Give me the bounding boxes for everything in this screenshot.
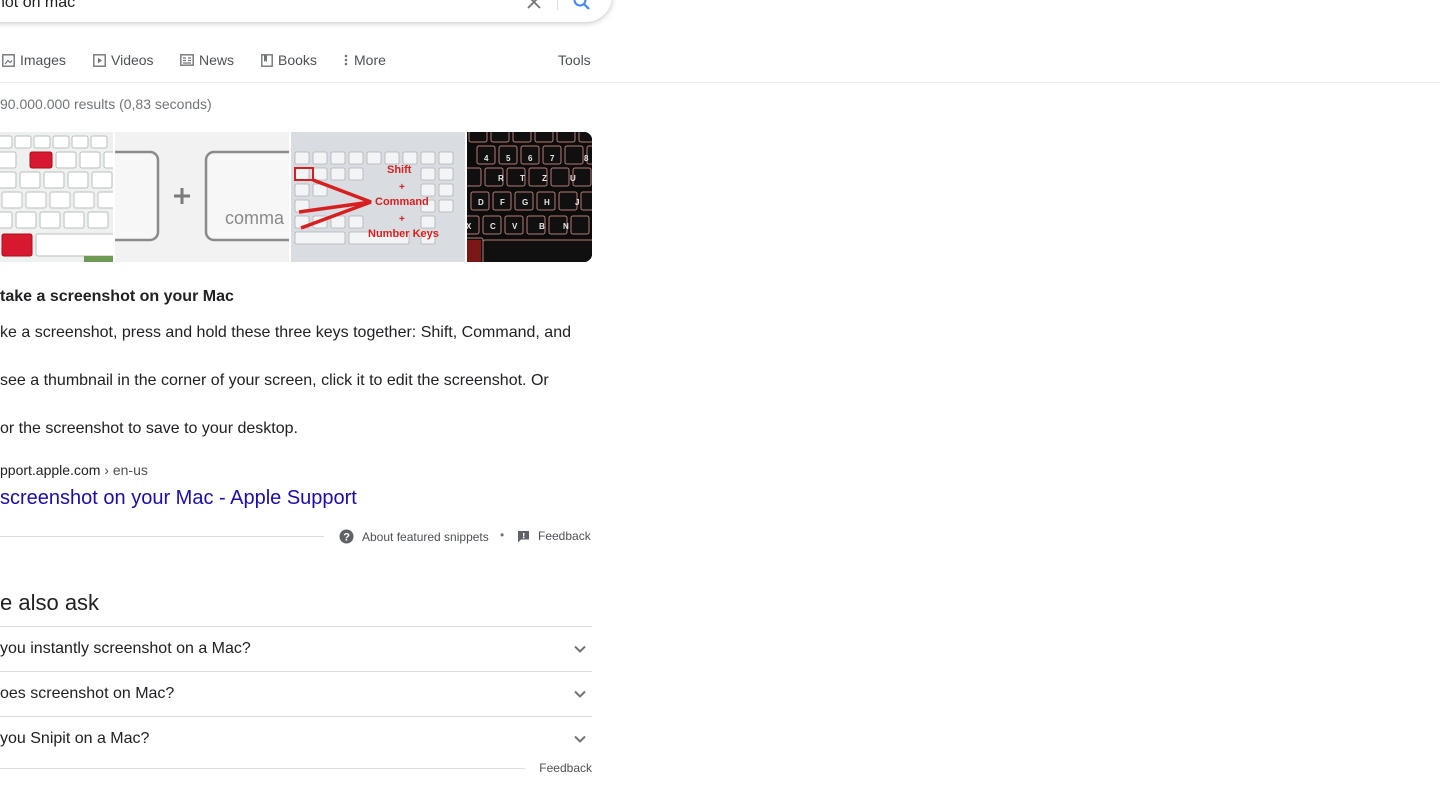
shift-command-number-image[interactable]: Shift + Command + Number Keys <box>291 132 465 262</box>
search-bar: hot on mac <box>0 0 612 22</box>
chevron-down-icon <box>574 690 586 698</box>
key-u: U <box>570 174 576 183</box>
tab-label: More <box>354 52 386 68</box>
tab-label: Images <box>20 52 66 68</box>
play-icon <box>93 53 106 67</box>
more-vert-icon <box>344 54 348 66</box>
result-path: › en-us <box>100 462 148 478</box>
key-6: 6 <box>528 154 533 163</box>
tab-news[interactable]: News <box>180 52 234 68</box>
snippet-footer: ? About featured snippets • Feedback <box>0 527 592 547</box>
paa-question[interactable]: you instantly screenshot on a Mac? <box>0 626 592 671</box>
tab-label: Videos <box>111 52 154 68</box>
key-v: V <box>512 222 518 231</box>
plus-label: + <box>399 214 405 225</box>
feedback-link[interactable]: Feedback <box>517 529 591 543</box>
snippet-paragraph: ke a screenshot, press and hold these th… <box>0 324 571 341</box>
paa-question[interactable]: you Snipit on a Mac? <box>0 716 592 761</box>
chevron-down-icon <box>574 735 586 743</box>
command-label: Command <box>375 196 429 208</box>
key-7: 7 <box>550 154 555 163</box>
snippet-title: take a screenshot on your Mac <box>0 288 234 305</box>
chevron-down-icon <box>574 645 586 653</box>
paa-question[interactable]: oes screenshot on Mac? <box>0 671 592 716</box>
key-j: J <box>575 198 579 207</box>
feedback-label: Feedback <box>538 529 591 543</box>
search-input[interactable]: hot on mac <box>0 0 75 12</box>
snippet-footer-divider <box>0 536 324 537</box>
key-n: N <box>563 222 569 231</box>
news-icon <box>180 54 194 66</box>
paa-footer-divider <box>0 768 525 769</box>
snippet-body: ke a screenshot, press and hold these th… <box>0 322 592 440</box>
key-x: X <box>467 222 472 231</box>
image-icon <box>2 53 15 67</box>
paa-question-text: oes screenshot on Mac? <box>0 685 175 702</box>
search-tabs: Images Videos News Books More <box>0 48 600 76</box>
featured-images: comma Shift + Command + Number Keys 4 5 … <box>0 132 592 262</box>
key-b: B <box>539 222 545 231</box>
key-4: 4 <box>484 154 489 163</box>
tab-images[interactable]: Images <box>2 52 66 68</box>
black-keyboard-image[interactable]: 4 5 6 7 8 R T Z U D F G H J X C V B N <box>467 132 592 262</box>
clear-icon[interactable] <box>520 0 548 14</box>
tab-label: Books <box>278 52 317 68</box>
about-label: About featured snippets <box>362 529 489 544</box>
plus-label: + <box>399 182 405 193</box>
people-also-ask-list: you instantly screenshot on a Mac? oes s… <box>0 626 592 761</box>
key-8: 8 <box>584 154 589 163</box>
search-divider <box>557 0 558 10</box>
tab-videos[interactable]: Videos <box>93 52 154 68</box>
paa-question-text: you Snipit on a Mac? <box>0 730 150 747</box>
tab-label: News <box>199 52 235 68</box>
search-icon[interactable] <box>570 0 594 14</box>
tools-button[interactable]: Tools <box>558 52 591 68</box>
key-r: R <box>498 174 504 183</box>
snippet-paragraph: see a thumbnail in the corner of your sc… <box>0 372 549 389</box>
about-featured-snippets-link[interactable]: ? About featured snippets <box>339 529 489 544</box>
key-combo-label: comma <box>225 208 285 228</box>
svg-text:?: ? <box>343 532 350 544</box>
help-icon: ? <box>339 529 354 544</box>
key-combo-image[interactable]: comma <box>115 132 289 262</box>
feedback-icon <box>518 530 529 542</box>
key-h: H <box>544 198 550 207</box>
paa-footer: Feedback <box>0 760 592 780</box>
keyboard-highlight-image[interactable] <box>0 132 113 262</box>
result-title-link[interactable]: screenshot on your Mac - Apple Support <box>0 487 357 510</box>
key-g: G <box>522 198 528 207</box>
people-also-ask-heading: e also ask <box>0 590 100 615</box>
key-z: Z <box>542 174 547 183</box>
result-citation: pport.apple.com › en-us <box>0 462 148 478</box>
separator-dot: • <box>500 528 505 542</box>
tab-more[interactable]: More <box>343 52 386 68</box>
tab-books[interactable]: Books <box>261 52 317 68</box>
key-5: 5 <box>506 154 511 163</box>
result-stats: 90.000.000 results (0,83 seconds) <box>0 96 212 112</box>
key-d: D <box>478 198 484 207</box>
paa-feedback-link[interactable]: Feedback <box>539 761 592 775</box>
result-site: pport.apple.com <box>0 462 101 478</box>
paa-question-text: you instantly screenshot on a Mac? <box>0 640 251 657</box>
snippet-paragraph: or the screenshot to save to your deskto… <box>0 420 298 437</box>
header-divider <box>0 82 1440 83</box>
number-keys-label: Number Keys <box>368 228 439 240</box>
shift-label: Shift <box>387 164 412 176</box>
key-t: T <box>520 174 525 183</box>
book-icon <box>261 53 273 67</box>
key-f: F <box>500 198 505 207</box>
key-c: C <box>490 222 496 231</box>
